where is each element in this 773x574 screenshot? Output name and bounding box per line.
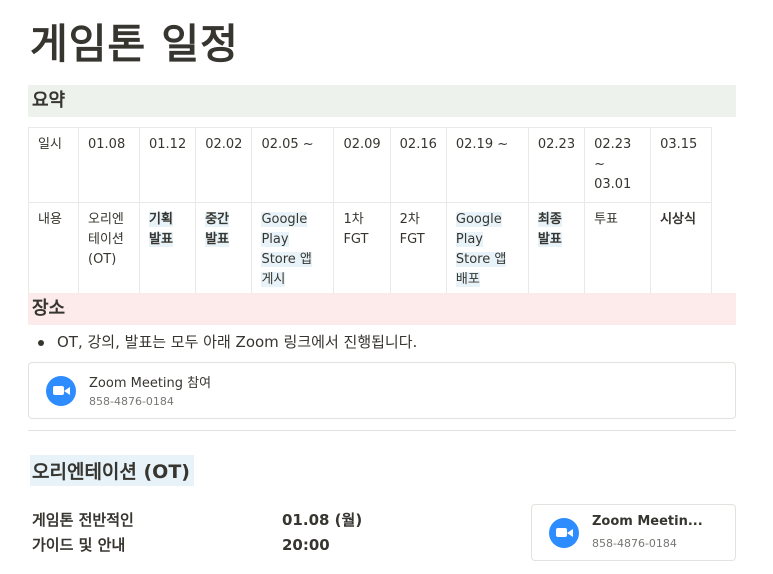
ot-date: 01.08 (월)	[282, 511, 363, 529]
table-row: 일시 01.08 01.12 02.02 02.05 ~ 02.09 02.16…	[28, 127, 713, 203]
content-cell: 2차 FGT	[389, 202, 447, 298]
date-cell: 02.05 ~	[251, 127, 335, 203]
date-cell: 02.19 ~	[445, 127, 529, 203]
content-text: 최종 발표	[537, 212, 562, 247]
content-text: Google Play Store 앱 배포	[455, 212, 507, 287]
content-cell: 1차 FGT	[333, 202, 391, 298]
list-item: OT, 강의, 발표는 모두 아래 Zoom 링크에서 진행됩니다.	[38, 331, 417, 353]
ot-schedule: 01.08 (월) 20:00	[282, 508, 362, 558]
date-cell: 02.09	[333, 127, 391, 203]
zoom-meeting-id: 858-4876-0184	[89, 395, 174, 408]
content-cell: Google Play Store 앱 게시	[251, 202, 335, 298]
content-text: 중간 발표	[205, 212, 230, 247]
ot-zoom-link-card[interactable]: Zoom Meetin... 858-4876-0184	[531, 504, 736, 561]
ot-description: 게임톤 전반적인 가이드 및 안내	[32, 508, 134, 558]
date-cell: 02.23	[527, 127, 586, 203]
ot-desc-line1: 게임톤 전반적인	[32, 511, 134, 529]
table-row: 내용 오리엔테이션 (OT) 기획 발표 중간 발표 Google Play S…	[28, 202, 713, 298]
content-text: 시상식	[660, 212, 696, 227]
divider	[28, 430, 736, 431]
date-cell: 02.02	[195, 127, 253, 203]
date-cell: 03.15	[650, 127, 713, 203]
content-cell: 중간 발표	[195, 202, 253, 298]
zoom-camera-icon	[549, 518, 579, 548]
page-title: 게임톤 일정	[30, 20, 239, 68]
row-label-date: 일시	[28, 127, 79, 203]
zoom-link-title: Zoom Meeting 참여	[89, 376, 212, 391]
ot-desc-line2: 가이드 및 안내	[32, 536, 126, 554]
content-cell: 기획 발표	[138, 202, 197, 298]
date-cell: 02.23 ~ 03.01	[584, 127, 652, 203]
content-cell: 오리엔테이션 (OT)	[78, 202, 140, 298]
zoom-meeting-id: 858-4876-0184	[592, 537, 677, 550]
place-bullet-text: OT, 강의, 발표는 모두 아래 Zoom 링크에서 진행됩니다.	[57, 333, 418, 351]
content-cell: Google Play Store 앱 배포	[445, 202, 529, 298]
bullet-dot-icon	[38, 339, 44, 346]
date-cell: 01.08	[78, 127, 140, 203]
place-heading: 장소	[28, 293, 736, 325]
content-text: 기획 발표	[149, 212, 173, 247]
schedule-table: 일시 01.08 01.12 02.02 02.05 ~ 02.09 02.16…	[28, 127, 713, 298]
zoom-camera-icon	[46, 376, 76, 406]
date-cell: 02.16	[389, 127, 447, 203]
content-text: Google Play Store 앱 게시	[261, 212, 312, 287]
content-cell: 시상식	[650, 202, 713, 298]
content-cell: 투표	[584, 202, 652, 298]
summary-heading: 요약	[28, 85, 736, 117]
row-label-content: 내용	[28, 202, 79, 298]
zoom-link-card[interactable]: Zoom Meeting 참여 858-4876-0184	[28, 362, 736, 419]
zoom-link-title: Zoom Meetin...	[592, 514, 703, 529]
ot-time: 20:00	[282, 536, 330, 554]
content-cell: 최종 발표	[527, 202, 586, 298]
ot-heading: 오리엔테이션 (OT)	[30, 455, 194, 486]
date-cell: 01.12	[138, 127, 197, 203]
